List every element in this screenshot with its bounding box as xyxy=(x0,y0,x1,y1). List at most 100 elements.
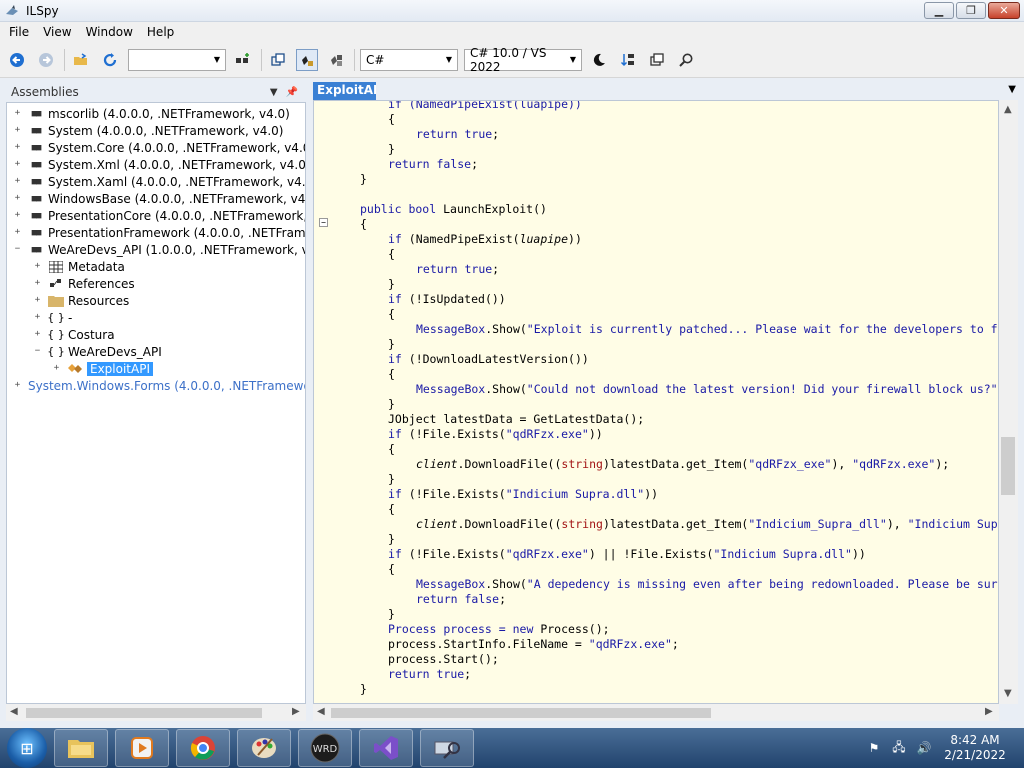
menu-view[interactable]: View xyxy=(36,22,78,42)
code-horizontal-scrollbar[interactable]: ◀ ▶ xyxy=(313,704,999,721)
decompiled-code-view[interactable]: − if (NamedPipeExist(luapipe)) { return … xyxy=(313,100,999,704)
scrollbar-thumb[interactable] xyxy=(1001,437,1015,495)
tree-item-references[interactable]: + References xyxy=(33,275,135,292)
code-line: public bool LaunchExploit() xyxy=(360,202,547,216)
tree-item-resources[interactable]: + Resources xyxy=(33,292,130,309)
tree-item-exploitapi[interactable]: + ExploitAPI xyxy=(52,360,153,377)
taskbar-ilspy[interactable] xyxy=(420,729,474,767)
expand-icon[interactable]: + xyxy=(13,211,22,220)
tree-item-system-xaml[interactable]: + ■■ System.Xaml (4.0.0.0, .NETFramework, … xyxy=(13,173,305,190)
back-button[interactable] xyxy=(6,49,28,71)
taskbar: ⊞ WRD ⚑ 🖧 🔊 8:42 AM 2/21/2022 xyxy=(0,728,1024,768)
visual-studio-icon xyxy=(374,736,398,760)
start-button[interactable]: ⊞ xyxy=(7,728,47,768)
assembly-icon: ■■ xyxy=(31,244,42,255)
taskbar-visual-studio[interactable] xyxy=(359,729,413,767)
language-combo[interactable]: C# ▼ xyxy=(360,48,458,71)
sort-icon xyxy=(620,53,634,66)
menu-file[interactable]: File xyxy=(2,22,36,42)
expand-icon[interactable]: + xyxy=(13,143,22,152)
new-window-button[interactable] xyxy=(646,49,668,71)
tree-item-presentationframework[interactable]: + ■■ PresentationFramework (4.0.0.0, .NETF… xyxy=(13,224,305,241)
code-line: } xyxy=(388,607,395,621)
namespace-icon: { } xyxy=(47,328,65,341)
code-line: return true; xyxy=(416,262,500,276)
taskbar-media-player[interactable] xyxy=(115,729,169,767)
minimize-button[interactable]: ▁ xyxy=(924,2,954,19)
tree-item-system-xml[interactable]: + ■■ System.Xml (4.0.0.0, .NETFramework, v… xyxy=(13,156,305,173)
expand-icon[interactable]: + xyxy=(33,296,42,305)
scrollbar-thumb[interactable] xyxy=(26,708,262,718)
expand-icon[interactable]: + xyxy=(13,160,22,169)
scroll-right-icon[interactable]: ▶ xyxy=(985,706,993,717)
tab-menu-icon[interactable]: ▼ xyxy=(1008,84,1016,95)
tree-item-metadata[interactable]: + Metadata xyxy=(33,258,125,275)
sort-button[interactable] xyxy=(617,49,639,71)
scroll-up-icon[interactable]: ▲ xyxy=(1004,104,1012,115)
scrollbar-thumb[interactable] xyxy=(331,708,711,718)
forward-button[interactable] xyxy=(35,49,57,71)
tree-item-presentationcore[interactable]: + ■■ PresentationCore (4.0.0.0, .NETFramew… xyxy=(13,207,305,224)
scroll-down-icon[interactable]: ▼ xyxy=(1004,688,1012,699)
toolbar-separator xyxy=(64,48,65,71)
open-button[interactable] xyxy=(70,49,92,71)
taskbar-wrd-app[interactable]: WRD xyxy=(298,729,352,767)
expand-icon[interactable]: + xyxy=(13,126,22,135)
show-all-toggle[interactable] xyxy=(325,49,347,71)
expand-icon[interactable]: + xyxy=(13,177,22,186)
expand-icon[interactable]: + xyxy=(13,381,22,390)
collapse-icon[interactable]: − xyxy=(33,347,42,356)
taskbar-paint[interactable] xyxy=(237,729,291,767)
code-vertical-scrollbar[interactable]: ▲ ▼ xyxy=(999,100,1018,704)
menu-window[interactable]: Window xyxy=(79,22,140,42)
reload-button[interactable] xyxy=(99,49,121,71)
expand-icon[interactable]: + xyxy=(13,109,22,118)
expand-icon[interactable]: + xyxy=(52,364,61,373)
tree-item-system-windows-forms[interactable]: + System.Windows.Forms (4.0.0.0, .NETFram… xyxy=(13,377,305,394)
scroll-left-icon[interactable]: ◀ xyxy=(10,706,18,717)
tree-item-wearedevs-api-namespace[interactable]: −{ } WeAreDevs_API xyxy=(33,343,162,360)
taskbar-chrome[interactable] xyxy=(176,729,230,767)
expand-icon[interactable]: + xyxy=(13,228,22,237)
taskbar-file-explorer[interactable] xyxy=(54,729,108,767)
search-button[interactable] xyxy=(675,49,697,71)
scroll-left-icon[interactable]: ◀ xyxy=(317,706,325,717)
expand-icon[interactable]: + xyxy=(33,262,42,271)
assembly-icon: ■■ xyxy=(31,210,42,221)
tree-item-wearedevs-api-assembly[interactable]: − ■■ WeAreDevs_API (1.0.0.0, .NETFramework… xyxy=(13,241,305,258)
manage-assemblies-button[interactable] xyxy=(232,49,254,71)
tree-item-costura[interactable]: +{ } Costura xyxy=(33,326,115,343)
system-tray: ⚑ 🖧 🔊 8:42 AM 2/21/2022 xyxy=(865,728,1024,768)
pin-icon[interactable]: 📌 xyxy=(286,87,298,98)
maximize-button[interactable]: ❐ xyxy=(956,2,986,19)
back-arrow-icon xyxy=(10,52,24,67)
language-version-combo[interactable]: C# 10.0 / VS 2022 ▼ xyxy=(464,46,582,74)
theme-toggle-button[interactable] xyxy=(588,49,610,71)
tree-item-windowsbase[interactable]: + ■■ WindowsBase (4.0.0.0, .NETFramework, … xyxy=(13,190,305,207)
tree-item-mscorlib[interactable]: + ■■ mscorlib (4.0.0.0, .NETFramework, v4.… xyxy=(13,105,290,122)
collapse-all-button[interactable] xyxy=(267,49,289,71)
network-icon[interactable]: 🖧 xyxy=(890,740,908,756)
lock-public-icon xyxy=(302,55,313,66)
tree-item-system[interactable]: + ■■ System (4.0.0.0, .NETFramework, v4.0) xyxy=(13,122,284,139)
tab-strip xyxy=(376,82,1018,100)
menu-help[interactable]: Help xyxy=(140,22,181,42)
code-line: process.StartInfo.FileName = "qdRFzx.exe… xyxy=(388,637,679,651)
fold-toggle-icon[interactable]: − xyxy=(319,218,328,227)
volume-icon[interactable]: 🔊 xyxy=(915,740,933,756)
assemblies-horizontal-scrollbar[interactable]: ◀ ▶ xyxy=(6,704,306,721)
collapse-icon[interactable]: − xyxy=(13,245,22,254)
action-center-flag-icon[interactable]: ⚑ xyxy=(865,740,883,756)
assembly-list-combo[interactable]: ▼ xyxy=(128,48,226,71)
tree-item-empty-namespace[interactable]: +{ } - xyxy=(33,309,73,326)
clock[interactable]: 8:42 AM 2/21/2022 xyxy=(940,733,1010,763)
expand-icon[interactable]: + xyxy=(13,194,22,203)
panel-menu-icon[interactable]: ▼ xyxy=(270,87,278,98)
expand-icon[interactable]: + xyxy=(33,330,42,339)
show-internal-toggle[interactable] xyxy=(296,48,318,71)
expand-icon[interactable]: + xyxy=(33,279,42,288)
expand-icon[interactable]: + xyxy=(33,313,42,322)
tree-item-system-core[interactable]: + ■■ System.Core (4.0.0.0, .NETFramework, … xyxy=(13,139,305,156)
scroll-right-icon[interactable]: ▶ xyxy=(292,706,300,717)
close-button[interactable]: ✕ xyxy=(988,2,1020,19)
